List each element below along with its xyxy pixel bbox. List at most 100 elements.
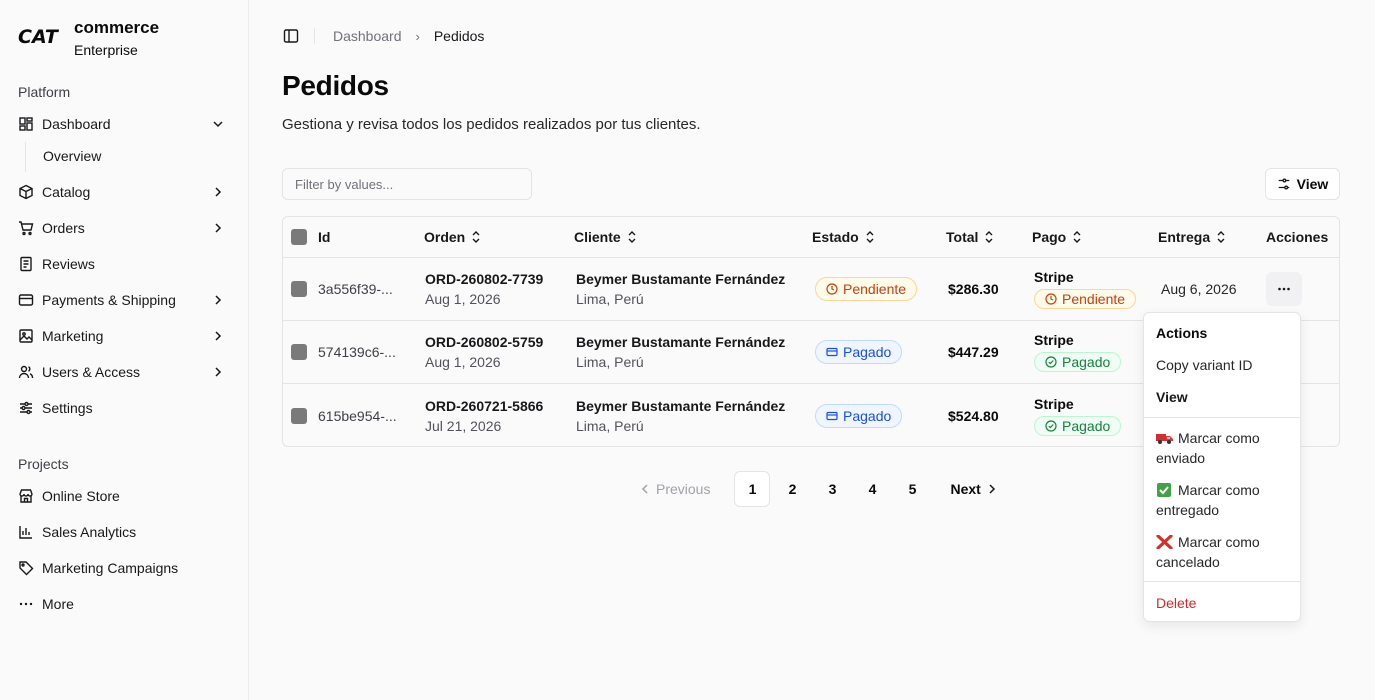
order-total: $524.80 — [948, 407, 999, 424]
column-header-cliente[interactable]: Cliente — [574, 217, 639, 257]
column-header-label: Total — [946, 229, 979, 245]
breadcrumb-dashboard-link[interactable]: Dashboard — [333, 28, 402, 44]
chevron-left-icon — [641, 484, 648, 494]
sidebar-item-online-store[interactable]: Online Store — [10, 481, 238, 511]
order-id: 615be954-... — [318, 407, 397, 424]
store-icon — [18, 488, 34, 504]
menu-item-delete[interactable]: Delete — [1148, 593, 1298, 613]
sidebar-item-marketing-campaigns[interactable]: Marketing Campaigns — [10, 553, 238, 583]
page-button-3[interactable]: 3 — [814, 471, 850, 507]
pagination: Previous 1 2 3 4 5 Next — [630, 471, 1007, 507]
check-circle-icon — [1045, 419, 1057, 432]
column-header-acciones: Acciones — [1266, 229, 1329, 245]
menu-item-mark-cancelled[interactable]: Marcar como cancelado — [1148, 532, 1298, 572]
users-icon — [18, 364, 34, 380]
column-header-estado[interactable]: Estado — [812, 217, 877, 257]
sidebar-subitem-overview[interactable]: Overview — [35, 142, 101, 170]
sidebar-item-marketing[interactable]: Marketing — [10, 321, 238, 351]
column-header-label: Entrega — [1158, 229, 1211, 245]
sidebar-item-more[interactable]: More — [10, 589, 238, 619]
menu-item-mark-shipped[interactable]: Marcar como enviado — [1148, 428, 1298, 468]
client-location: Lima, Perú — [576, 354, 644, 370]
next-label: Next — [950, 481, 981, 497]
sidebar-item-reviews[interactable]: Reviews — [10, 249, 238, 279]
previous-page-button[interactable]: Previous — [630, 471, 718, 507]
column-header-orden[interactable]: Orden — [424, 217, 483, 257]
status-badge: Pagado — [815, 403, 903, 428]
sidebar: CAT commerce Enterprise Platform Dashboa… — [0, 0, 249, 700]
table-header: Id Orden Cliente Estado Total Pago Entre… — [283, 217, 1339, 258]
order-number: ORD-260802-5759 — [425, 334, 544, 350]
sidebar-item-catalog[interactable]: Catalog — [10, 177, 238, 207]
sidebar-item-dashboard[interactable]: Dashboard — [10, 109, 238, 139]
page-button-2[interactable]: 2 — [774, 471, 810, 507]
status-label: Pagado — [843, 407, 892, 424]
sort-icon — [866, 231, 874, 243]
page-description: Gestiona y revisa todos los pedidos real… — [282, 116, 701, 133]
row-checkbox[interactable] — [291, 281, 307, 297]
status-label: Pagado — [843, 344, 892, 360]
sort-icon — [985, 231, 993, 243]
status-badge: Pagado — [815, 340, 903, 364]
platform-label: Platform — [18, 84, 71, 100]
page-button-1[interactable]: 1 — [734, 471, 771, 507]
order-id: 574139c6-... — [318, 344, 396, 360]
chevron-right-icon — [215, 367, 222, 377]
more-icon — [1278, 287, 1290, 291]
menu-separator — [1144, 417, 1300, 418]
sidebar-item-label: More — [42, 596, 74, 612]
select-all-checkbox[interactable] — [291, 229, 307, 245]
client-name: Beymer Bustamante Fernández — [576, 397, 786, 414]
chevron-right-icon — [989, 484, 995, 494]
menu-item-view[interactable]: View — [1148, 387, 1298, 407]
payment-method: Stripe — [1034, 332, 1074, 348]
payment-status-label: Pendiente — [1062, 291, 1126, 307]
brand-name: commerce — [74, 18, 160, 37]
brand-subtitle: Enterprise — [74, 42, 138, 58]
order-number: ORD-260802-7739 — [425, 271, 544, 287]
filter-input[interactable] — [282, 168, 532, 200]
sidebar-item-users-access[interactable]: Users & Access — [10, 357, 238, 387]
sidebar-item-orders[interactable]: Orders — [10, 213, 238, 243]
column-header-entrega[interactable]: Entrega — [1158, 217, 1228, 257]
brand[interactable]: CAT commerce Enterprise — [18, 18, 159, 60]
chevron-right-icon: › — [415, 28, 420, 44]
submenu-line — [25, 142, 26, 172]
actions-dropdown: Actions Copy variant ID View Marcar como… — [1143, 312, 1301, 622]
column-header-pago[interactable]: Pago — [1032, 217, 1084, 257]
row-checkbox[interactable] — [291, 344, 307, 360]
sliders-icon — [1278, 178, 1289, 190]
sort-icon — [472, 231, 480, 243]
sidebar-item-payments-shipping[interactable]: Payments & Shipping — [10, 285, 238, 315]
sidebar-toggle-icon[interactable] — [282, 27, 300, 45]
sidebar-item-label: Sales Analytics — [42, 524, 137, 540]
menu-item-mark-delivered[interactable]: Marcar como entregado — [1148, 480, 1298, 520]
sidebar-item-sales-analytics[interactable]: Sales Analytics — [10, 517, 238, 547]
sidebar-item-settings[interactable]: Settings — [10, 393, 238, 423]
order-number: ORD-260721-5866 — [425, 397, 544, 414]
chevron-right-icon — [215, 295, 222, 305]
view-button[interactable]: View — [1265, 168, 1340, 200]
page-button-5[interactable]: 5 — [894, 471, 930, 507]
breadcrumb-current: Pedidos — [433, 28, 485, 44]
previous-label: Previous — [656, 481, 711, 497]
row-actions-button[interactable] — [1266, 272, 1302, 306]
payment-status-badge: Pendiente — [1034, 289, 1137, 309]
credit-card-icon — [18, 292, 34, 308]
svg-text:CAT: CAT — [18, 26, 60, 46]
check-box-icon — [1157, 483, 1171, 497]
menu-item-copy-variant-id[interactable]: Copy variant ID — [1148, 355, 1298, 375]
credit-card-icon — [826, 347, 838, 357]
row-checkbox[interactable] — [291, 407, 307, 424]
client-location: Lima, Perú — [576, 291, 644, 307]
image-icon — [18, 328, 34, 344]
payment-status-badge: Pagado — [1034, 352, 1122, 372]
sort-icon — [1073, 231, 1081, 243]
bar-chart-icon — [18, 524, 34, 540]
order-date: Jul 21, 2026 — [425, 417, 502, 434]
order-date: Aug 1, 2026 — [425, 291, 501, 307]
page-button-4[interactable]: 4 — [854, 471, 890, 507]
truck-icon — [1156, 434, 1173, 444]
column-header-total[interactable]: Total — [946, 217, 996, 257]
next-page-button[interactable]: Next — [942, 471, 1006, 507]
